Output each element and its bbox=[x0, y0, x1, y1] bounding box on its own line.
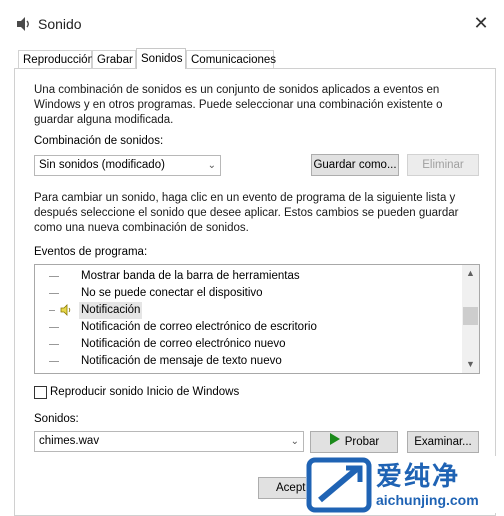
events-list[interactable]: Mostrar banda de la barra de herramienta… bbox=[34, 264, 480, 374]
list-item[interactable]: Mostrar banda de la barra de herramienta… bbox=[35, 268, 463, 285]
scroll-up-icon[interactable]: ▲ bbox=[462, 265, 479, 282]
instructions-text: Para cambiar un sonido, haga clic en un … bbox=[34, 192, 459, 234]
events-scrollbar[interactable]: ▲ ▼ bbox=[462, 265, 479, 373]
save-as-button[interactable]: Guardar como... bbox=[311, 154, 399, 176]
browse-button[interactable]: Examinar... bbox=[407, 431, 479, 453]
tree-connector bbox=[49, 344, 59, 345]
test-button[interactable]: Probar bbox=[310, 431, 398, 453]
tab-grabar[interactable]: Grabar bbox=[92, 50, 136, 68]
list-item[interactable]: Notificación de correo electrónico de es… bbox=[35, 319, 463, 336]
events-label: Eventos de programa: bbox=[34, 246, 148, 258]
delete-button[interactable]: Eliminar bbox=[407, 154, 479, 176]
startup-sound-checkbox[interactable] bbox=[34, 386, 47, 399]
tree-connector bbox=[49, 293, 59, 294]
scheme-dropdown[interactable]: Sin sonidos (modificado) ⌄ bbox=[34, 155, 221, 176]
scheme-label: Combinación de sonidos: bbox=[34, 135, 164, 147]
chevron-down-icon: ⌄ bbox=[290, 436, 299, 447]
list-item[interactable]: Notificación de correo electrónico nuevo bbox=[35, 336, 463, 353]
tree-connector bbox=[49, 310, 55, 311]
watermark: 爱纯净 aichunjing.com bbox=[306, 456, 504, 513]
scroll-down-icon[interactable]: ▼ bbox=[462, 356, 479, 373]
intro-text: Una combinación de sonidos es un conjunt… bbox=[34, 84, 443, 126]
tab-reproduccion[interactable]: Reproducción bbox=[18, 50, 94, 68]
scheme-selected-value: Sin sonidos (modificado) bbox=[39, 159, 165, 171]
tab-comunicaciones[interactable]: Comunicaciones bbox=[186, 50, 276, 68]
startup-sound-label: Reproducir sonido Inicio de Windows bbox=[50, 386, 240, 398]
sound-selected-value: chimes.wav bbox=[39, 435, 100, 447]
tree-connector bbox=[49, 327, 59, 328]
chevron-down-icon: ⌄ bbox=[207, 160, 216, 171]
tree-connector bbox=[49, 276, 59, 277]
play-icon bbox=[329, 432, 341, 452]
list-item[interactable]: Notificación de mensaje de texto nuevo bbox=[35, 353, 463, 370]
sound-dropdown[interactable]: chimes.wav ⌄ bbox=[34, 431, 304, 452]
scroll-thumb[interactable] bbox=[463, 307, 478, 325]
window-title: Sonido bbox=[38, 16, 82, 32]
list-item[interactable]: No se puede conectar el dispositivo bbox=[35, 285, 463, 302]
watermark-brand: 爱纯净 bbox=[376, 461, 461, 491]
tree-connector bbox=[49, 361, 59, 362]
list-item-selected[interactable]: Notificación bbox=[35, 302, 463, 319]
tab-sonidos[interactable]: Sonidos bbox=[136, 48, 186, 69]
speaker-app-icon bbox=[14, 15, 32, 33]
close-button[interactable]: ✕ bbox=[470, 12, 492, 34]
test-button-label: Probar bbox=[344, 436, 380, 448]
sounds-label: Sonidos: bbox=[34, 413, 79, 425]
watermark-url: aichunjing.com bbox=[376, 492, 479, 508]
